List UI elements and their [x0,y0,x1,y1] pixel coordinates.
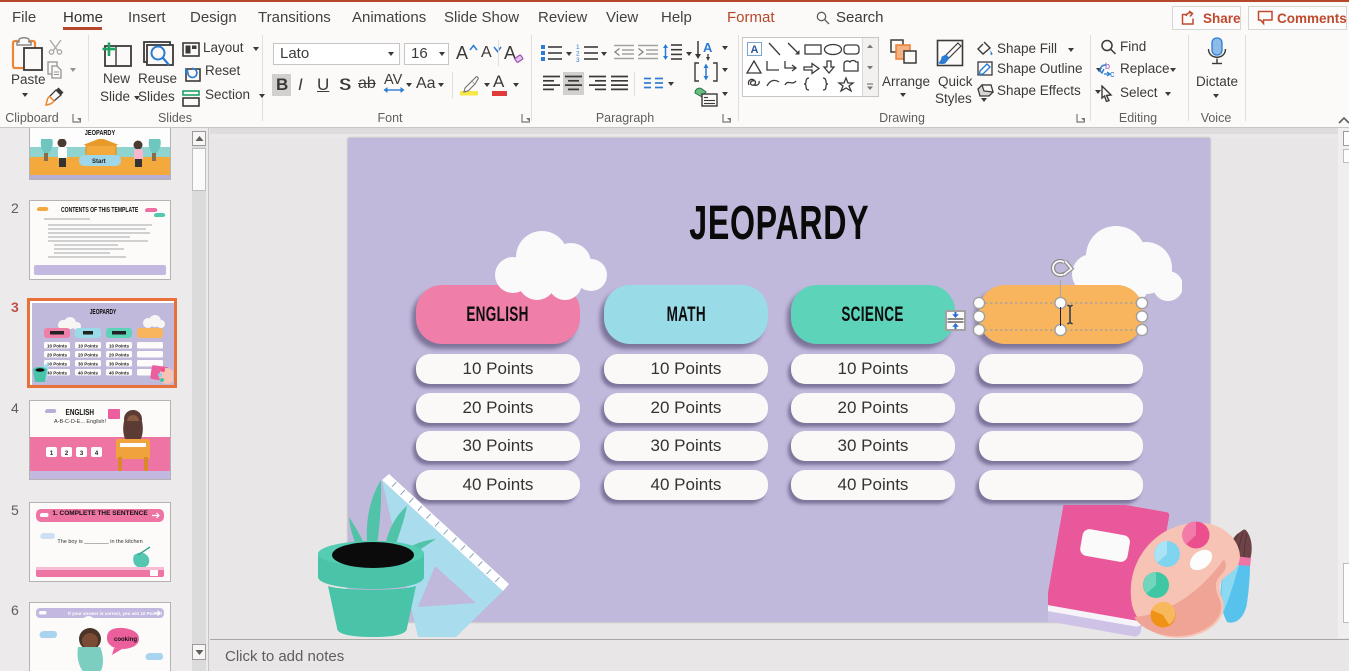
svg-text:20 Points: 20 Points [78,353,99,358]
svg-text:20 Points: 20 Points [47,353,68,358]
svg-text:30 Points: 30 Points [47,362,68,367]
svg-text:3: 3 [576,57,580,62]
svg-text:10 Points: 10 Points [109,344,130,349]
svg-text:10 Points: 10 Points [47,344,68,349]
svg-text:A: A [751,44,759,56]
svg-text:40 Points: 40 Points [78,371,99,376]
svg-text:cooking: cooking [114,637,137,643]
svg-text:20 Points: 20 Points [109,353,130,358]
svg-text:30 Points: 30 Points [109,362,130,367]
svg-text:Start: Start [92,159,106,165]
svg-text:30 Points: 30 Points [78,362,99,367]
svg-text:A: A [703,40,713,55]
svg-text:40 Points: 40 Points [109,371,130,376]
svg-text:If your answer is correct, you: If your answer is correct, you win 10 Po… [68,611,163,616]
svg-text:10 Points: 10 Points [78,344,99,349]
svg-text:40 Points: 40 Points [47,371,68,376]
